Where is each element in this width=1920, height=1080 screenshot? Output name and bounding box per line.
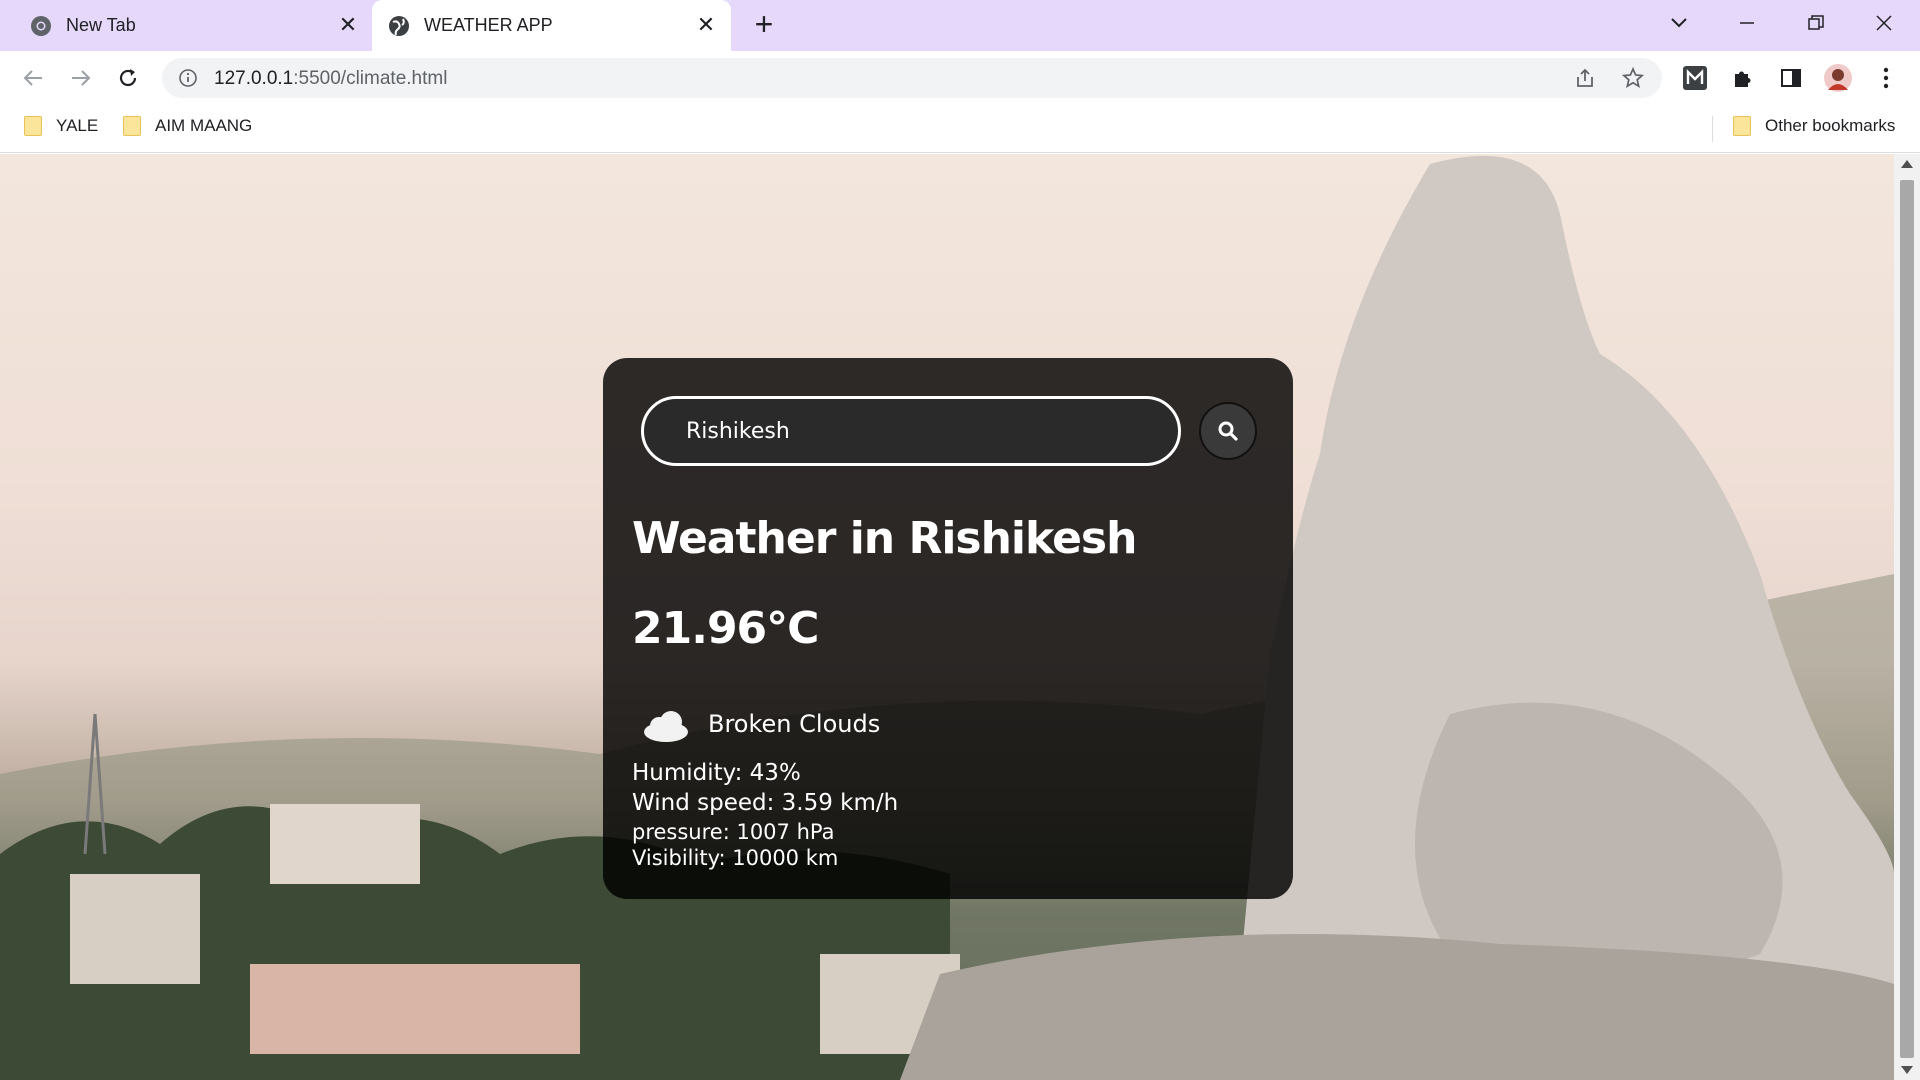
m-extension-icon[interactable] xyxy=(1680,63,1710,93)
tab-search-chevron-icon[interactable] xyxy=(1661,8,1697,38)
scroll-up-arrow-icon[interactable] xyxy=(1901,160,1913,168)
scrollbar-thumb[interactable] xyxy=(1900,180,1914,1058)
tab-strip: New Tab ✕ WEATHER APP ✕ + xyxy=(0,0,1920,51)
close-window-icon[interactable] xyxy=(1866,8,1902,38)
temperature: 21.96°C xyxy=(632,603,819,654)
visibility: Visibility: 10000 km xyxy=(632,846,839,870)
forward-arrow-icon[interactable] xyxy=(66,63,96,93)
close-icon[interactable]: ✕ xyxy=(694,12,718,37)
bookmark-separator xyxy=(1712,116,1713,142)
chrome-icon xyxy=(31,16,51,36)
pressure: pressure: 1007 hPa xyxy=(632,820,835,844)
bookmark-label: YALE xyxy=(56,116,99,135)
folder-icon xyxy=(1733,116,1751,136)
url-text: 127.0.0.1:5500/climate.html xyxy=(214,68,447,90)
search-button[interactable] xyxy=(1199,402,1257,460)
page-viewport: Weather in Rishikesh 21.96°C Broken Clou… xyxy=(0,154,1894,1080)
new-tab-button[interactable]: + xyxy=(749,8,779,40)
other-bookmarks-label: Other bookmarks xyxy=(1765,116,1896,135)
city-search-input[interactable] xyxy=(641,396,1181,466)
weather-card: Weather in Rishikesh 21.96°C Broken Clou… xyxy=(603,358,1293,899)
other-bookmarks[interactable]: Other bookmarks xyxy=(1733,116,1895,136)
side-panel-icon[interactable] xyxy=(1776,63,1806,93)
restore-icon[interactable] xyxy=(1798,8,1834,38)
tab-weather-app[interactable]: WEATHER APP ✕ xyxy=(372,0,731,51)
weather-description: Broken Clouds xyxy=(708,710,881,738)
extensions-puzzle-icon[interactable] xyxy=(1728,63,1758,93)
tab-title: New Tab xyxy=(66,15,136,35)
bookmark-label: AIM MAANG xyxy=(155,116,253,135)
menu-kebab-icon[interactable] xyxy=(1871,63,1901,93)
close-icon[interactable]: ✕ xyxy=(336,12,360,37)
browser-toolbar: 127.0.0.1:5500/climate.html xyxy=(0,51,1920,104)
cloud-icon xyxy=(644,711,688,742)
globe-icon xyxy=(389,16,409,36)
folder-icon xyxy=(123,116,141,136)
humidity: Humidity: 43% xyxy=(632,760,801,786)
info-icon[interactable] xyxy=(178,68,198,88)
folder-icon xyxy=(24,116,42,136)
wind-speed: Wind speed: 3.59 km/h xyxy=(632,790,899,816)
bookmark-aim-maang[interactable]: AIM MAANG xyxy=(123,116,252,136)
profile-avatar[interactable] xyxy=(1823,63,1853,93)
url-path: :5500/climate.html xyxy=(293,68,448,89)
minimize-icon[interactable] xyxy=(1729,8,1765,38)
city-heading: Weather in Rishikesh xyxy=(632,513,1137,564)
reload-icon[interactable] xyxy=(113,63,143,93)
tab-title: WEATHER APP xyxy=(424,15,553,35)
tab-new-tab[interactable]: New Tab ✕ xyxy=(0,0,372,51)
search-icon xyxy=(1218,421,1238,441)
back-arrow-icon[interactable] xyxy=(18,63,48,93)
bookmark-star-icon[interactable] xyxy=(1621,66,1645,90)
url-host: 127.0.0.1 xyxy=(214,68,294,89)
address-bar[interactable]: 127.0.0.1:5500/climate.html xyxy=(162,58,1662,98)
share-icon[interactable] xyxy=(1573,66,1597,90)
bookmarks-bar: YALE AIM MAANG Other bookmarks xyxy=(0,104,1920,153)
page-scrollbar[interactable] xyxy=(1894,154,1920,1080)
bookmark-yale[interactable]: YALE xyxy=(24,116,98,136)
scroll-down-arrow-icon[interactable] xyxy=(1901,1066,1913,1074)
